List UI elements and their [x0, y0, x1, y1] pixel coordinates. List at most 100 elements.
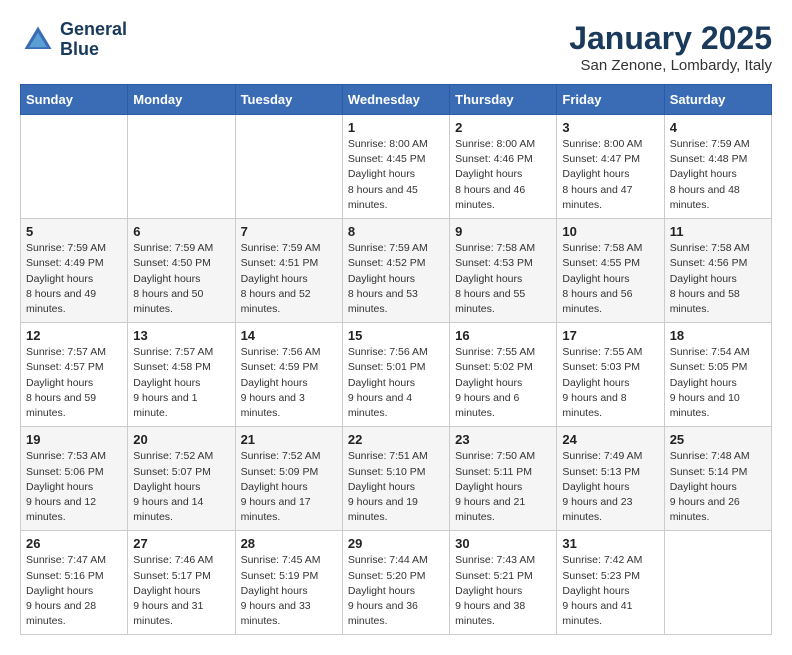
- day-number: 28: [241, 536, 337, 551]
- calendar-cell: 16 Sunrise: 7:55 AMSunset: 5:02 PMDaylig…: [450, 323, 557, 427]
- calendar-table: SundayMondayTuesdayWednesdayThursdayFrid…: [20, 84, 772, 635]
- calendar-header: SundayMondayTuesdayWednesdayThursdayFrid…: [21, 85, 772, 115]
- day-info: Sunrise: 7:52 AMSunset: 5:09 PMDaylight …: [241, 450, 321, 523]
- day-number: 4: [670, 120, 766, 135]
- calendar-cell: 9 Sunrise: 7:58 AMSunset: 4:53 PMDayligh…: [450, 219, 557, 323]
- day-info: Sunrise: 7:49 AMSunset: 5:13 PMDaylight …: [562, 450, 642, 523]
- calendar-week: 12 Sunrise: 7:57 AMSunset: 4:57 PMDaylig…: [21, 323, 772, 427]
- day-info: Sunrise: 7:59 AMSunset: 4:50 PMDaylight …: [133, 242, 213, 315]
- day-number: 25: [670, 432, 766, 447]
- day-number: 7: [241, 224, 337, 239]
- day-info: Sunrise: 7:57 AMSunset: 4:58 PMDaylight …: [133, 346, 213, 419]
- day-info: Sunrise: 7:57 AMSunset: 4:57 PMDaylight …: [26, 346, 106, 419]
- day-number: 12: [26, 328, 122, 343]
- calendar-cell: 10 Sunrise: 7:58 AMSunset: 4:55 PMDaylig…: [557, 219, 664, 323]
- day-number: 14: [241, 328, 337, 343]
- day-info: Sunrise: 7:59 AMSunset: 4:48 PMDaylight …: [670, 138, 750, 211]
- day-info: Sunrise: 7:58 AMSunset: 4:55 PMDaylight …: [562, 242, 642, 315]
- calendar-cell: [664, 531, 771, 635]
- weekday-header: Tuesday: [235, 85, 342, 115]
- calendar-cell: 11 Sunrise: 7:58 AMSunset: 4:56 PMDaylig…: [664, 219, 771, 323]
- day-number: 30: [455, 536, 551, 551]
- calendar-cell: 30 Sunrise: 7:43 AMSunset: 5:21 PMDaylig…: [450, 531, 557, 635]
- calendar-cell: 3 Sunrise: 8:00 AMSunset: 4:47 PMDayligh…: [557, 115, 664, 219]
- calendar-cell: 14 Sunrise: 7:56 AMSunset: 4:59 PMDaylig…: [235, 323, 342, 427]
- day-info: Sunrise: 7:47 AMSunset: 5:16 PMDaylight …: [26, 554, 106, 627]
- day-number: 13: [133, 328, 229, 343]
- day-number: 9: [455, 224, 551, 239]
- day-number: 23: [455, 432, 551, 447]
- day-info: Sunrise: 8:00 AMSunset: 4:46 PMDaylight …: [455, 138, 535, 211]
- month-title: January 2025: [569, 20, 772, 57]
- day-info: Sunrise: 7:42 AMSunset: 5:23 PMDaylight …: [562, 554, 642, 627]
- day-number: 22: [348, 432, 444, 447]
- day-info: Sunrise: 7:46 AMSunset: 5:17 PMDaylight …: [133, 554, 213, 627]
- day-info: Sunrise: 7:53 AMSunset: 5:06 PMDaylight …: [26, 450, 106, 523]
- day-number: 3: [562, 120, 658, 135]
- day-info: Sunrise: 7:48 AMSunset: 5:14 PMDaylight …: [670, 450, 750, 523]
- calendar-cell: 13 Sunrise: 7:57 AMSunset: 4:58 PMDaylig…: [128, 323, 235, 427]
- day-number: 15: [348, 328, 444, 343]
- title-block: January 2025 San Zenone, Lombardy, Italy: [569, 20, 772, 74]
- day-number: 29: [348, 536, 444, 551]
- weekday-header: Sunday: [21, 85, 128, 115]
- calendar-cell: 18 Sunrise: 7:54 AMSunset: 5:05 PMDaylig…: [664, 323, 771, 427]
- calendar-cell: 4 Sunrise: 7:59 AMSunset: 4:48 PMDayligh…: [664, 115, 771, 219]
- weekday-header: Wednesday: [342, 85, 449, 115]
- day-info: Sunrise: 7:51 AMSunset: 5:10 PMDaylight …: [348, 450, 428, 523]
- calendar-cell: 17 Sunrise: 7:55 AMSunset: 5:03 PMDaylig…: [557, 323, 664, 427]
- day-info: Sunrise: 7:59 AMSunset: 4:51 PMDaylight …: [241, 242, 321, 315]
- location: San Zenone, Lombardy, Italy: [569, 57, 772, 74]
- calendar-cell: 28 Sunrise: 7:45 AMSunset: 5:19 PMDaylig…: [235, 531, 342, 635]
- calendar-cell: 21 Sunrise: 7:52 AMSunset: 5:09 PMDaylig…: [235, 427, 342, 531]
- day-info: Sunrise: 7:54 AMSunset: 5:05 PMDaylight …: [670, 346, 750, 419]
- calendar-cell: 27 Sunrise: 7:46 AMSunset: 5:17 PMDaylig…: [128, 531, 235, 635]
- calendar-cell: 5 Sunrise: 7:59 AMSunset: 4:49 PMDayligh…: [21, 219, 128, 323]
- day-number: 1: [348, 120, 444, 135]
- day-info: Sunrise: 7:55 AMSunset: 5:03 PMDaylight …: [562, 346, 642, 419]
- day-number: 19: [26, 432, 122, 447]
- day-number: 26: [26, 536, 122, 551]
- day-info: Sunrise: 7:45 AMSunset: 5:19 PMDaylight …: [241, 554, 321, 627]
- day-number: 24: [562, 432, 658, 447]
- logo-text: General Blue: [60, 20, 127, 60]
- day-info: Sunrise: 8:00 AMSunset: 4:45 PMDaylight …: [348, 138, 428, 211]
- weekday-header: Thursday: [450, 85, 557, 115]
- calendar-cell: 31 Sunrise: 7:42 AMSunset: 5:23 PMDaylig…: [557, 531, 664, 635]
- calendar-week: 26 Sunrise: 7:47 AMSunset: 5:16 PMDaylig…: [21, 531, 772, 635]
- day-number: 11: [670, 224, 766, 239]
- day-info: Sunrise: 7:58 AMSunset: 4:53 PMDaylight …: [455, 242, 535, 315]
- calendar-cell: [21, 115, 128, 219]
- day-info: Sunrise: 7:43 AMSunset: 5:21 PMDaylight …: [455, 554, 535, 627]
- calendar-cell: 1 Sunrise: 8:00 AMSunset: 4:45 PMDayligh…: [342, 115, 449, 219]
- calendar-week: 1 Sunrise: 8:00 AMSunset: 4:45 PMDayligh…: [21, 115, 772, 219]
- day-number: 10: [562, 224, 658, 239]
- day-info: Sunrise: 7:55 AMSunset: 5:02 PMDaylight …: [455, 346, 535, 419]
- day-info: Sunrise: 7:56 AMSunset: 5:01 PMDaylight …: [348, 346, 428, 419]
- calendar-cell: 29 Sunrise: 7:44 AMSunset: 5:20 PMDaylig…: [342, 531, 449, 635]
- day-number: 18: [670, 328, 766, 343]
- calendar-cell: 23 Sunrise: 7:50 AMSunset: 5:11 PMDaylig…: [450, 427, 557, 531]
- calendar-cell: 15 Sunrise: 7:56 AMSunset: 5:01 PMDaylig…: [342, 323, 449, 427]
- day-info: Sunrise: 7:59 AMSunset: 4:49 PMDaylight …: [26, 242, 106, 315]
- calendar-cell: 20 Sunrise: 7:52 AMSunset: 5:07 PMDaylig…: [128, 427, 235, 531]
- day-number: 21: [241, 432, 337, 447]
- day-info: Sunrise: 7:56 AMSunset: 4:59 PMDaylight …: [241, 346, 321, 419]
- calendar-cell: 6 Sunrise: 7:59 AMSunset: 4:50 PMDayligh…: [128, 219, 235, 323]
- logo: General Blue: [20, 20, 127, 60]
- calendar-cell: [235, 115, 342, 219]
- calendar-cell: 12 Sunrise: 7:57 AMSunset: 4:57 PMDaylig…: [21, 323, 128, 427]
- day-number: 2: [455, 120, 551, 135]
- weekday-header: Friday: [557, 85, 664, 115]
- day-info: Sunrise: 7:58 AMSunset: 4:56 PMDaylight …: [670, 242, 750, 315]
- calendar-cell: 8 Sunrise: 7:59 AMSunset: 4:52 PMDayligh…: [342, 219, 449, 323]
- calendar-cell: 22 Sunrise: 7:51 AMSunset: 5:10 PMDaylig…: [342, 427, 449, 531]
- calendar-cell: 26 Sunrise: 7:47 AMSunset: 5:16 PMDaylig…: [21, 531, 128, 635]
- calendar-cell: 24 Sunrise: 7:49 AMSunset: 5:13 PMDaylig…: [557, 427, 664, 531]
- calendar-cell: [128, 115, 235, 219]
- day-number: 31: [562, 536, 658, 551]
- day-number: 20: [133, 432, 229, 447]
- day-info: Sunrise: 7:52 AMSunset: 5:07 PMDaylight …: [133, 450, 213, 523]
- calendar-cell: 19 Sunrise: 7:53 AMSunset: 5:06 PMDaylig…: [21, 427, 128, 531]
- day-number: 17: [562, 328, 658, 343]
